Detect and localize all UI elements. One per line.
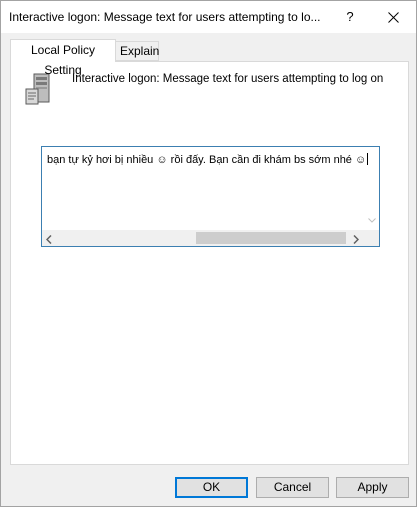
close-button[interactable]	[371, 1, 416, 33]
apply-button[interactable]: Apply	[336, 477, 409, 498]
scroll-left-icon[interactable]	[45, 233, 52, 247]
message-text-part2: rồi đấy. Bạn cần đi khám bs sớm nhé	[167, 154, 355, 166]
close-icon	[388, 12, 399, 23]
message-text-value: bạn tự kỷ hơi bị nhiều ☺ rồi đấy. Bạn cầ…	[47, 153, 369, 166]
tab-explain[interactable]: Explain	[115, 41, 159, 61]
scrollbar-thumb[interactable]	[196, 232, 346, 244]
title-bar[interactable]: Interactive logon: Message text for user…	[1, 1, 416, 33]
cancel-button[interactable]: Cancel	[256, 477, 329, 498]
text-caret	[367, 153, 369, 165]
message-text-part1: bạn tự kỷ hơi bị nhiều	[47, 154, 157, 166]
help-button[interactable]: ?	[335, 1, 365, 33]
scroll-down-icon[interactable]	[368, 216, 376, 225]
dialog-window: Interactive logon: Message text for user…	[0, 0, 417, 507]
scroll-right-icon[interactable]	[353, 233, 360, 247]
horizontal-scrollbar[interactable]	[42, 230, 379, 246]
tab-local-policy-setting[interactable]: Local Policy Setting	[10, 39, 116, 77]
policy-title: Interactive logon: Message text for user…	[72, 73, 384, 85]
tab-panel: Interactive logon: Message text for user…	[10, 61, 409, 465]
window-title: Interactive logon: Message text for user…	[9, 10, 321, 24]
smiley-icon: ☺	[355, 154, 367, 166]
smiley-icon: ☺	[156, 154, 168, 166]
ok-button[interactable]: OK	[175, 477, 248, 498]
message-text-input[interactable]: bạn tự kỷ hơi bị nhiều ☺ rồi đấy. Bạn cầ…	[41, 146, 380, 247]
